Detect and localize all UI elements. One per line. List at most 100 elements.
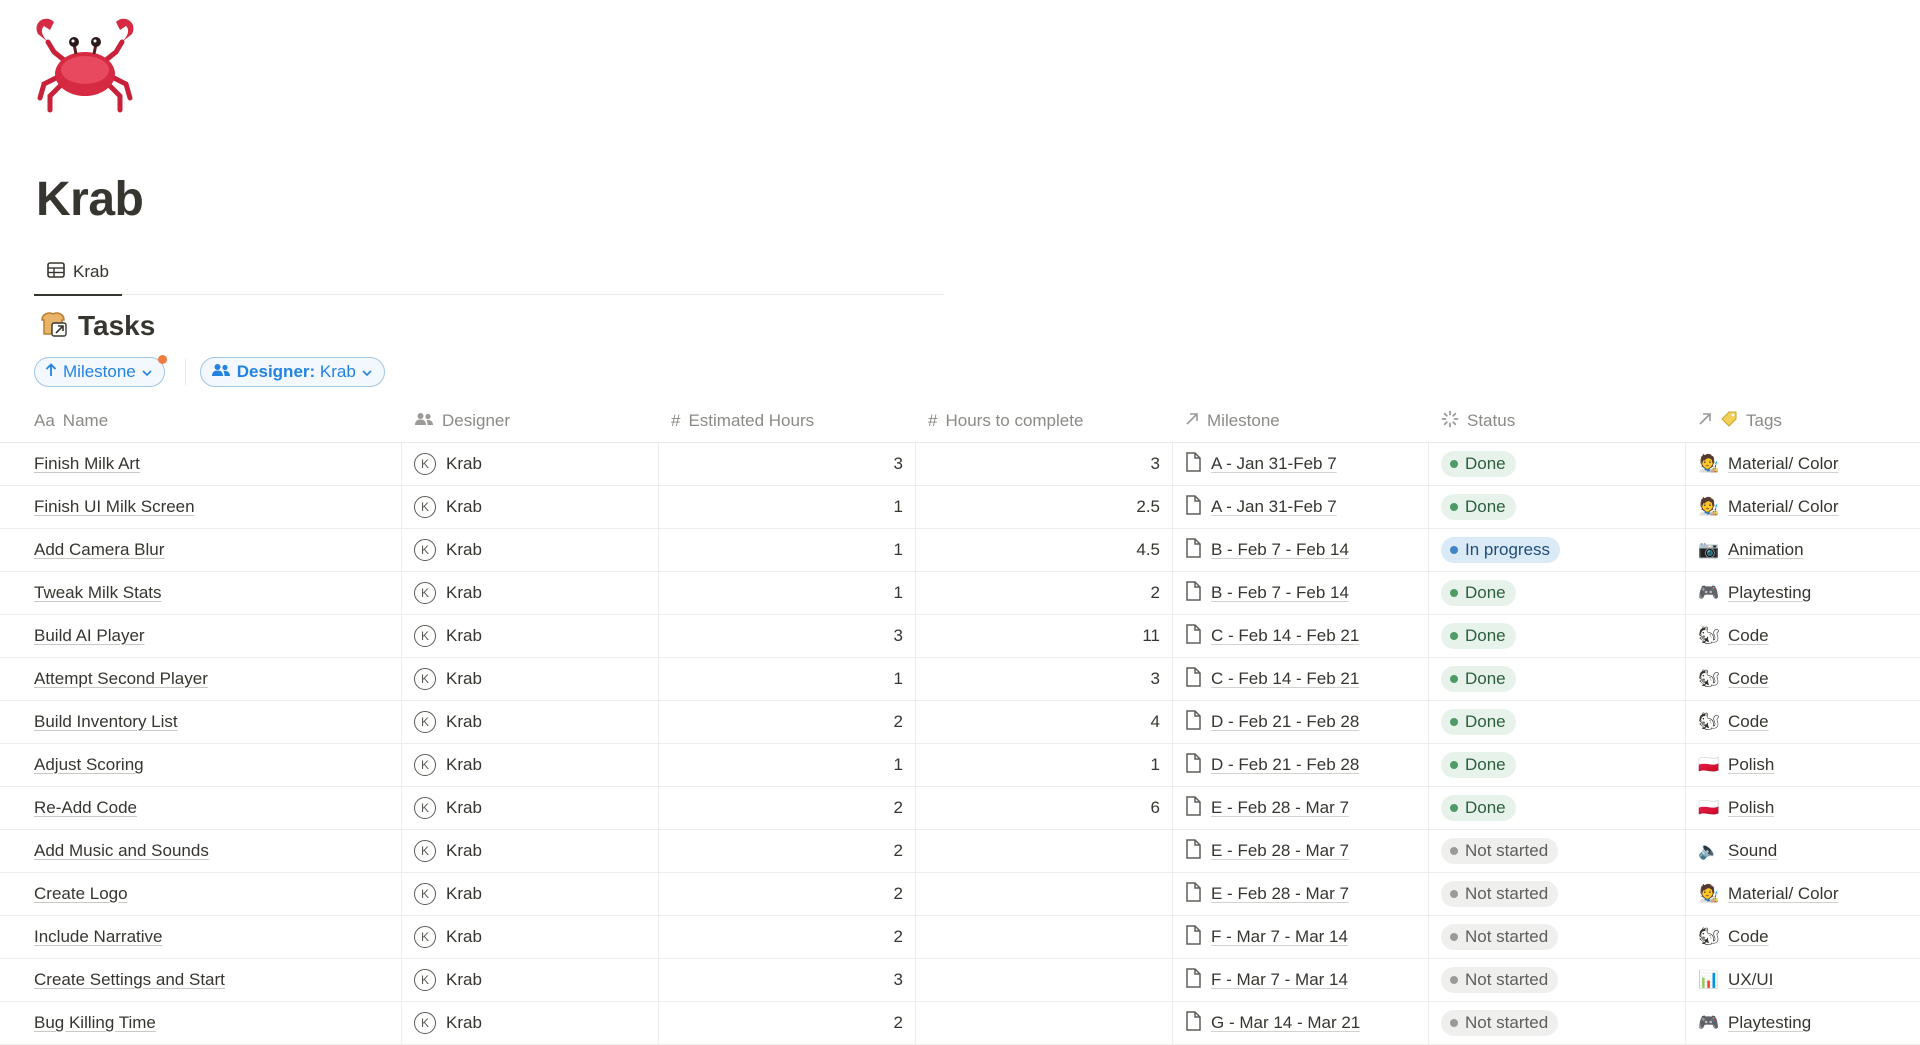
status-cell[interactable]: Not started	[1429, 1002, 1686, 1044]
task-name-cell[interactable]: Finish Milk Art	[0, 443, 402, 485]
task-name[interactable]: Add Music and Sounds	[34, 841, 209, 861]
hours-to-complete-cell[interactable]	[916, 873, 1173, 915]
milestone-link[interactable]: E - Feb 28 - Mar 7	[1185, 881, 1349, 907]
tags-cell[interactable]: 🔈 Sound	[1686, 830, 1920, 872]
sort-milestone-button[interactable]: Milestone	[34, 355, 167, 387]
status-cell[interactable]: Done	[1429, 486, 1686, 528]
task-name[interactable]: Include Narrative	[34, 927, 163, 947]
milestone-link[interactable]: G - Mar 14 - Mar 21	[1185, 1010, 1360, 1036]
task-name[interactable]: Bug Killing Time	[34, 1013, 156, 1033]
table-row[interactable]: Build Inventory List K Krab 2 4 D - Feb 21 - …	[0, 701, 1920, 744]
task-name[interactable]: Create Logo	[34, 884, 128, 904]
task-name-cell[interactable]: Adjust Scoring	[0, 744, 402, 786]
tags-cell[interactable]: 🧑‍🎨 Material/ Color	[1686, 486, 1920, 528]
tag-link[interactable]: 🐿 Code	[1698, 711, 1768, 733]
hours-to-complete-cell[interactable]	[916, 916, 1173, 958]
milestone-link[interactable]: B - Feb 7 - Feb 14	[1185, 580, 1349, 606]
task-name-cell[interactable]: Add Camera Blur	[0, 529, 402, 571]
column-header-tags[interactable]: Tags	[1686, 400, 1920, 442]
estimated-hours-cell[interactable]: 3	[659, 959, 916, 1001]
task-name[interactable]: Create Settings and Start	[34, 970, 225, 990]
estimated-hours-cell[interactable]: 2	[659, 701, 916, 743]
status-cell[interactable]: Not started	[1429, 959, 1686, 1001]
status-cell[interactable]: Not started	[1429, 873, 1686, 915]
designer-cell[interactable]: K Krab	[402, 443, 659, 485]
tag-link[interactable]: 🎮 Playtesting	[1698, 1012, 1811, 1034]
task-name-cell[interactable]: Build AI Player	[0, 615, 402, 657]
table-row[interactable]: Adjust Scoring K Krab 1 1 D - Feb 21 - Feb 28…	[0, 744, 1920, 787]
database-title[interactable]: Tasks	[38, 306, 155, 346]
table-row[interactable]: Bug Killing Time K Krab 2 G - Mar 14 - Mar 2…	[0, 1002, 1920, 1045]
hours-to-complete-cell[interactable]: 4	[916, 701, 1173, 743]
milestone-link[interactable]: E - Feb 28 - Mar 7	[1185, 838, 1349, 864]
tags-cell[interactable]: 🐿 Code	[1686, 916, 1920, 958]
designer-cell[interactable]: K Krab	[402, 916, 659, 958]
milestone-link[interactable]: C - Feb 14 - Feb 21	[1185, 623, 1359, 649]
designer-cell[interactable]: K Krab	[402, 787, 659, 829]
designer-cell[interactable]: K Krab	[402, 658, 659, 700]
task-name[interactable]: Finish UI Milk Screen	[34, 497, 195, 517]
task-name-cell[interactable]: Build Inventory List	[0, 701, 402, 743]
status-cell[interactable]: Done	[1429, 443, 1686, 485]
table-row[interactable]: Create Settings and Start K Krab 3 F - Mar 7…	[0, 959, 1920, 1002]
task-name-cell[interactable]: Tweak Milk Stats	[0, 572, 402, 614]
column-header-status[interactable]: Status	[1429, 400, 1686, 442]
status-cell[interactable]: Done	[1429, 744, 1686, 786]
tag-link[interactable]: 🧑‍🎨 Material/ Color	[1698, 496, 1838, 518]
column-header-milestone[interactable]: Milestone	[1173, 400, 1429, 442]
hours-to-complete-cell[interactable]: 6	[916, 787, 1173, 829]
estimated-hours-cell[interactable]: 1	[659, 658, 916, 700]
task-name[interactable]: Build Inventory List	[34, 712, 178, 732]
milestone-cell[interactable]: A - Jan 31-Feb 7	[1173, 486, 1429, 528]
tag-link[interactable]: 🇵🇱 Polish	[1698, 754, 1774, 776]
column-header-designer[interactable]: Designer	[402, 400, 659, 442]
milestone-cell[interactable]: B - Feb 7 - Feb 14	[1173, 529, 1429, 571]
tag-link[interactable]: 🇵🇱 Polish	[1698, 797, 1774, 819]
task-name-cell[interactable]: Re-Add Code	[0, 787, 402, 829]
status-cell[interactable]: In progress	[1429, 529, 1686, 571]
status-cell[interactable]: Done	[1429, 787, 1686, 829]
milestone-cell[interactable]: D - Feb 21 - Feb 28	[1173, 744, 1429, 786]
table-row[interactable]: Add Camera Blur K Krab 1 4.5 B - Feb 7 - Feb …	[0, 529, 1920, 572]
task-name[interactable]: Finish Milk Art	[34, 454, 140, 474]
tags-cell[interactable]: 🧑‍🎨 Material/ Color	[1686, 443, 1920, 485]
task-name-cell[interactable]: Add Music and Sounds	[0, 830, 402, 872]
tag-link[interactable]: 🐿 Code	[1698, 668, 1768, 690]
task-name-cell[interactable]: Bug Killing Time	[0, 1002, 402, 1044]
column-header-estimated-hours[interactable]: # Estimated Hours	[659, 400, 916, 442]
designer-cell[interactable]: K Krab	[402, 701, 659, 743]
table-row[interactable]: Re-Add Code K Krab 2 6 E - Feb 28 - Mar 7 Done…	[0, 787, 1920, 830]
designer-cell[interactable]: K Krab	[402, 615, 659, 657]
milestone-cell[interactable]: E - Feb 28 - Mar 7	[1173, 873, 1429, 915]
tag-link[interactable]: 🎮 Playtesting	[1698, 582, 1811, 604]
task-name[interactable]: Add Camera Blur	[34, 540, 164, 560]
milestone-link[interactable]: B - Feb 7 - Feb 14	[1185, 537, 1349, 563]
hours-to-complete-cell[interactable]: 1	[916, 744, 1173, 786]
designer-cell[interactable]: K Krab	[402, 744, 659, 786]
designer-cell[interactable]: K Krab	[402, 486, 659, 528]
task-name[interactable]: Adjust Scoring	[34, 755, 144, 775]
table-row[interactable]: Build AI Player K Krab 3 11 C - Feb 14 - Feb …	[0, 615, 1920, 658]
hours-to-complete-cell[interactable]	[916, 959, 1173, 1001]
milestone-cell[interactable]: F - Mar 7 - Mar 14	[1173, 959, 1429, 1001]
designer-cell[interactable]: K Krab	[402, 572, 659, 614]
tags-cell[interactable]: 🐿 Code	[1686, 615, 1920, 657]
hours-to-complete-cell[interactable]	[916, 1002, 1173, 1044]
task-name[interactable]: Attempt Second Player	[34, 669, 208, 689]
estimated-hours-cell[interactable]: 2	[659, 787, 916, 829]
milestone-cell[interactable]: G - Mar 14 - Mar 21	[1173, 1002, 1429, 1044]
task-name[interactable]: Build AI Player	[34, 626, 145, 646]
tab-krab-table-view[interactable]: Krab	[34, 250, 122, 296]
hours-to-complete-cell[interactable]: 11	[916, 615, 1173, 657]
tags-cell[interactable]: 🐿 Code	[1686, 658, 1920, 700]
estimated-hours-cell[interactable]: 3	[659, 443, 916, 485]
table-row[interactable]: Tweak Milk Stats K Krab 1 2 B - Feb 7 - Feb 1…	[0, 572, 1920, 615]
milestone-cell[interactable]: E - Feb 28 - Mar 7	[1173, 787, 1429, 829]
status-cell[interactable]: Done	[1429, 701, 1686, 743]
hours-to-complete-cell[interactable]: 3	[916, 658, 1173, 700]
tags-cell[interactable]: 📷 Animation	[1686, 529, 1920, 571]
milestone-link[interactable]: D - Feb 21 - Feb 28	[1185, 709, 1359, 735]
tags-cell[interactable]: 🎮 Playtesting	[1686, 1002, 1920, 1044]
milestone-link[interactable]: A - Jan 31-Feb 7	[1185, 494, 1337, 520]
milestone-link[interactable]: F - Mar 7 - Mar 14	[1185, 967, 1348, 993]
